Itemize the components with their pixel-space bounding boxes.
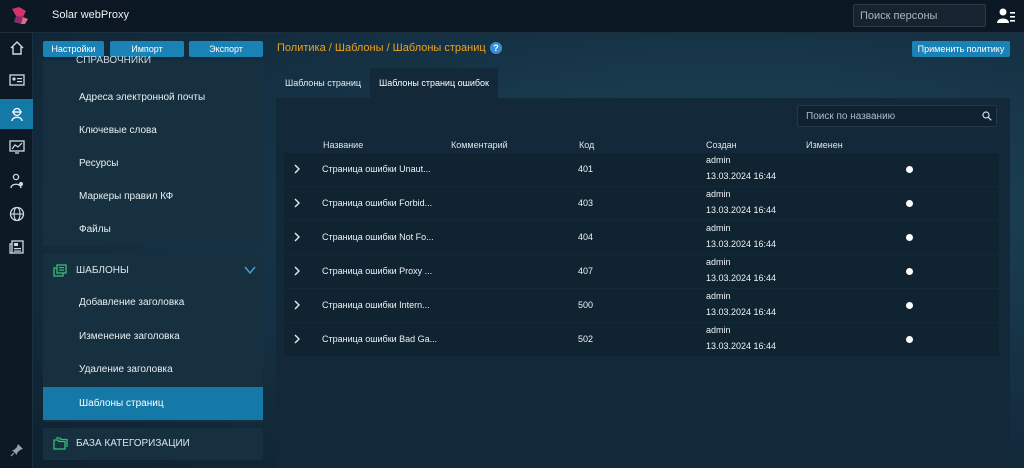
search-icon[interactable] <box>982 111 992 121</box>
categorization-section-label: БАЗА КАТЕГОРИЗАЦИИ <box>76 438 190 449</box>
tab-page-templates[interactable]: Шаблоны страниц <box>276 68 370 98</box>
help-icon[interactable]: ? <box>490 42 502 54</box>
shield-agent-icon <box>10 107 23 122</box>
rail-policy[interactable] <box>0 99 33 129</box>
table-row[interactable]: Страница ошибки Not Fo... 404 admin 13.0… <box>284 221 999 254</box>
breadcrumb: Политика / Шаблоны / Шаблоны страниц <box>277 42 486 54</box>
column-header-created[interactable]: Создан <box>706 140 737 150</box>
row-created-by: admin <box>706 189 731 199</box>
chevron-right-icon[interactable] <box>292 232 302 242</box>
globe-icon <box>9 206 24 222</box>
chevron-right-icon[interactable] <box>292 334 302 344</box>
person-search-input[interactable] <box>853 4 986 27</box>
rail-network[interactable] <box>0 199 33 229</box>
sidebar-item-add-header[interactable]: Добавление заголовка <box>43 286 263 319</box>
table-row[interactable]: Страница ошибки Forbid... 403 admin 13.0… <box>284 187 999 220</box>
row-code: 502 <box>578 334 594 344</box>
sidebar-item-cf-markers[interactable]: Маркеры правил КФ <box>43 180 263 213</box>
row-created-at: 13.03.2024 16:44 <box>706 239 777 249</box>
tab-error-page-templates[interactable]: Шаблоны страниц ошибок <box>370 68 498 98</box>
sidebar-item-modify-header[interactable]: Изменение заголовка <box>43 320 263 353</box>
column-header-name[interactable]: Название <box>323 140 363 150</box>
sidebar-categorization-section[interactable]: БАЗА КАТЕГОРИЗАЦИИ <box>43 428 263 460</box>
column-header-modified[interactable]: Изменен <box>806 140 843 150</box>
rail-users[interactable] <box>0 166 33 196</box>
user-cert-icon <box>9 173 23 189</box>
row-created-at: 13.03.2024 16:44 <box>706 273 777 283</box>
sidebar-item-email[interactable]: Адреса электронной почты <box>43 81 263 114</box>
chevron-right-icon[interactable] <box>292 198 302 208</box>
table-row[interactable]: Страница ошибки Proxy ... 407 admin 13.0… <box>284 255 999 288</box>
news-icon <box>8 240 24 254</box>
user-list-icon[interactable] <box>997 7 1015 25</box>
rail-home[interactable] <box>0 33 33 63</box>
row-name: Страница ошибки Forbid... <box>322 198 433 208</box>
row-name: Страница ошибки Unaut... <box>322 164 431 174</box>
templates-section-header[interactable]: ШАБЛОНЫ <box>43 254 263 287</box>
row-status-dot <box>906 234 913 241</box>
sidebar-item-keywords[interactable]: Ключевые слова <box>43 114 263 147</box>
name-search-input[interactable] <box>797 105 997 127</box>
rail-news[interactable] <box>0 232 33 262</box>
table-row[interactable]: Страница ошибки Intern... 500 admin 13.0… <box>284 289 999 322</box>
chevron-right-icon[interactable] <box>292 300 302 310</box>
row-created-at: 13.03.2024 16:44 <box>706 171 777 181</box>
column-header-code[interactable]: Код <box>579 140 594 150</box>
row-code: 500 <box>578 300 594 310</box>
row-status-dot <box>906 268 913 275</box>
table-row[interactable]: Страница ошибки Unaut... 401 admin 13.03… <box>284 153 999 186</box>
rail-directory[interactable] <box>0 65 33 95</box>
export-button[interactable]: Экспорт <box>189 41 263 57</box>
apply-policy-button[interactable]: Применить политику <box>912 41 1010 57</box>
top-bar: Solar webProxy <box>0 0 1024 33</box>
sidebar-item-remove-header[interactable]: Удаление заголовка <box>43 353 263 386</box>
monitor-chart-icon <box>8 140 25 154</box>
sidebar-templates-section: ШАБЛОНЫ Добавление заголовка Изменение з… <box>43 254 263 422</box>
pin-icon[interactable] <box>10 443 24 457</box>
table-row[interactable]: Страница ошибки Bad Ga... 502 admin 13.0… <box>284 323 999 356</box>
reference-section-header[interactable]: СПРАВОЧНИКИ <box>76 55 151 66</box>
sidebar-item-page-templates[interactable]: Шаблоны страниц <box>43 387 263 420</box>
solar-logo-icon <box>12 7 28 24</box>
home-icon <box>10 41 23 55</box>
app-title: Solar webProxy <box>52 9 130 21</box>
templates-icon <box>53 264 67 277</box>
row-name: Страница ошибки Proxy ... <box>322 266 433 276</box>
content-panel: Шаблоны страниц Шаблоны страниц ошибок Н… <box>276 68 1010 468</box>
row-status-dot <box>906 166 913 173</box>
sidebar-reference-section: СПРАВОЧНИКИ Адреса электронной почты Клю… <box>43 55 263 246</box>
row-code: 403 <box>578 198 594 208</box>
row-created-by: admin <box>706 155 731 165</box>
rail-monitoring[interactable] <box>0 132 33 162</box>
chevron-down-icon <box>244 266 256 275</box>
row-created-by: admin <box>706 257 731 267</box>
column-header-comment[interactable]: Комментарий <box>451 140 508 150</box>
row-created-at: 13.03.2024 16:44 <box>706 205 777 215</box>
row-name: Страница ошибки Intern... <box>322 300 430 310</box>
row-created-by: admin <box>706 291 731 301</box>
row-name: Страница ошибки Bad Ga... <box>322 334 438 344</box>
row-status-dot <box>906 200 913 207</box>
row-created-by: admin <box>706 223 731 233</box>
row-code: 401 <box>578 164 594 174</box>
icon-rail <box>0 33 33 468</box>
row-created-at: 13.03.2024 16:44 <box>706 307 777 317</box>
row-code: 407 <box>578 266 594 276</box>
id-card-icon <box>8 74 25 86</box>
row-status-dot <box>906 336 913 343</box>
row-created-at: 13.03.2024 16:44 <box>706 341 777 351</box>
row-created-by: admin <box>706 325 731 335</box>
sidebar-item-resources[interactable]: Ресурсы <box>43 147 263 180</box>
row-name: Страница ошибки Not Fo... <box>322 232 434 242</box>
chevron-right-icon[interactable] <box>292 164 302 174</box>
chevron-right-icon[interactable] <box>292 266 302 276</box>
sidebar-item-files[interactable]: Файлы <box>43 213 263 246</box>
tab-panel: Название Комментарий Код Создан Изменен … <box>276 98 1010 468</box>
row-code: 404 <box>578 232 594 242</box>
row-status-dot <box>906 302 913 309</box>
templates-section-label: ШАБЛОНЫ <box>76 265 129 276</box>
